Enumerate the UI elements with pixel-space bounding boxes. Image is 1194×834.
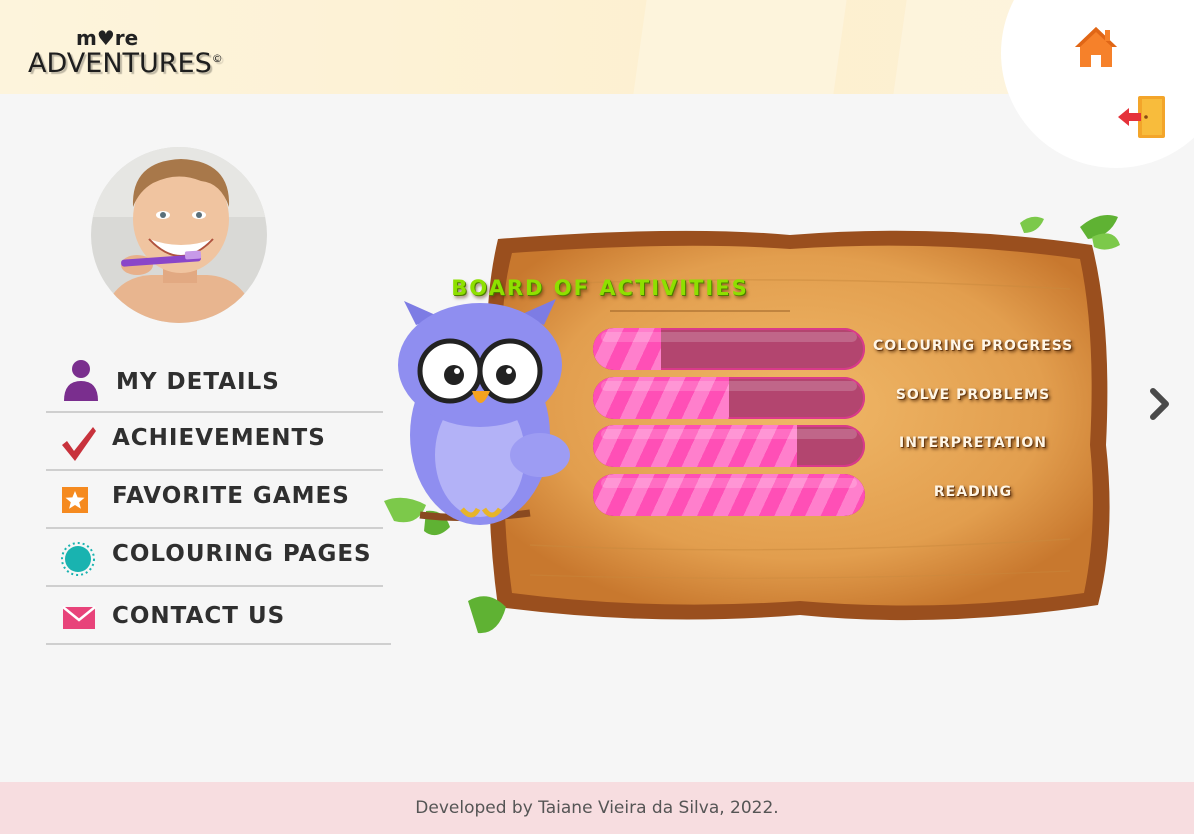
progress-bar [593, 474, 865, 516]
profile-avatar[interactable] [91, 147, 267, 323]
menu-item-favorite-games[interactable]: FAVORITE GAMES [46, 471, 383, 529]
progress-gloss [601, 332, 857, 342]
progress-gloss [601, 429, 857, 439]
progress-gloss [601, 478, 857, 488]
menu-label: MY DETAILS [116, 369, 280, 395]
chevron-right-icon [1150, 388, 1169, 420]
activity-label: SOLVE PROBLEMS [895, 387, 1051, 403]
menu-label: ACHIEVEMENTS [112, 425, 326, 451]
progress-bar [593, 377, 865, 419]
page-footer: Developed by Taiane Vieira da Silva, 202… [0, 782, 1194, 834]
sun-icon [61, 542, 95, 576]
child-photo-avatar [91, 147, 267, 323]
home-icon [1075, 27, 1117, 67]
menu-label: CONTACT US [112, 603, 286, 629]
next-page-button[interactable] [1146, 386, 1174, 422]
mail-icon [62, 606, 96, 629]
logo-wordmark: ADVENTURES© [28, 48, 223, 79]
activity-row: SOLVE PROBLEMS [593, 377, 1073, 419]
app-logo[interactable]: m♥re ADVENTURES© [28, 26, 223, 86]
user-icon [64, 360, 98, 401]
activity-row: COLOURING PROGRESS [593, 328, 1073, 370]
menu-item-contact-us[interactable]: CONTACT US [46, 587, 391, 645]
logo-tagline: m♥re [76, 26, 139, 50]
menu-item-colouring-pages[interactable]: COLOURING PAGES [46, 529, 383, 587]
board-title: BOARD OF ACTIVITIES [451, 276, 749, 300]
activity-row: INTERPRETATION [593, 425, 1073, 467]
home-button[interactable] [1072, 24, 1120, 70]
progress-bar [593, 425, 865, 467]
sidebar-menu: MY DETAILS ACHIEVEMENTS FAVORITE GAMES C… [46, 355, 391, 645]
activity-label: READING [933, 484, 1013, 500]
exit-door-icon [1118, 96, 1165, 138]
menu-item-my-details[interactable]: MY DETAILS [46, 355, 383, 413]
activity-label: COLOURING PROGRESS [873, 338, 1074, 354]
activity-label: INTERPRETATION [898, 435, 1047, 451]
footer-credit: Developed by Taiane Vieira da Silva, 202… [415, 798, 779, 818]
header-decoration [633, 0, 847, 94]
copyright-mark: © [211, 52, 223, 65]
logout-button[interactable] [1116, 94, 1168, 142]
menu-item-achievements[interactable]: ACHIEVEMENTS [46, 413, 383, 471]
menu-label: FAVORITE GAMES [112, 483, 350, 509]
title-divider [610, 310, 790, 312]
star-icon [62, 487, 88, 513]
progress-gloss [601, 381, 857, 391]
activity-row: READING [593, 474, 1073, 516]
progress-bar [593, 328, 865, 370]
menu-label: COLOURING PAGES [112, 541, 372, 567]
checkmark-icon [62, 427, 96, 461]
